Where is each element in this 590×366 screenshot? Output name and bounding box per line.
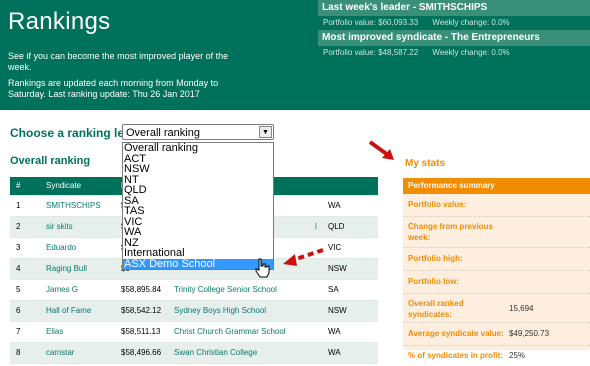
rankings-banner: Rankings See if you can become the most … <box>0 0 590 110</box>
stat-value: $49,250.73 <box>509 329 550 338</box>
dropdown-option[interactable]: International <box>123 248 273 259</box>
stat-row: Overall ranked syndicates: 15,694 <box>403 294 590 323</box>
row-rank: 2 <box>16 222 21 231</box>
row-portfolio: $58,895.84 <box>121 285 162 294</box>
row-school: Christ Church Grammar School <box>174 327 286 336</box>
dropdown-option[interactable]: VIC <box>123 216 273 228</box>
row-school: Swan Christian College <box>174 348 258 357</box>
row-syndicate-link[interactable]: SMITHSCHIPS <box>46 196 101 216</box>
stat-row: % of syndicates in profit: 25% <box>403 346 590 366</box>
stat-label: Portfolio high: <box>408 254 463 263</box>
row-syndicate-link[interactable]: Elias <box>46 322 63 342</box>
last-week-leader-title: Last week's leader - SMITHSCHIPS <box>318 0 590 16</box>
leader-portfolio-value: Portfolio value: $60,093.33 <box>323 18 419 27</box>
stat-label: Change from previous week: <box>408 222 493 242</box>
row-school: Sydney Boys High School <box>174 306 267 315</box>
row-state: NSW <box>328 264 347 273</box>
row-state: SA <box>328 285 339 294</box>
chevron-down-icon[interactable]: ▼ <box>259 126 272 138</box>
row-rank: 7 <box>16 327 21 336</box>
row-rank: 6 <box>16 306 21 315</box>
stat-label: % of syndicates in profit: <box>408 351 504 360</box>
row-syndicate-link[interactable]: sir skits <box>46 217 73 237</box>
most-improved-title: Most improved syndicate - The Entreprene… <box>318 30 590 46</box>
row-syndicate-link[interactable]: camstar <box>46 343 74 363</box>
hand-cursor-icon <box>254 258 270 283</box>
ranking-level-selected: Overall ranking <box>126 127 200 139</box>
header-syndicate: Syndicate <box>46 181 82 190</box>
stat-label: Portfolio value: <box>408 200 467 209</box>
row-state: VIC <box>328 243 342 252</box>
row-rank: 5 <box>16 285 21 294</box>
ranking-level-dropdown[interactable]: Overall ranking ACT NSW NT QLD SA TAS VI… <box>122 142 274 270</box>
stat-label: Overall ranked syndicates: <box>408 299 464 319</box>
stat-row: Portfolio high: <box>403 248 590 271</box>
table-row: 7 Elias $58,511.13 Christ Church Grammar… <box>10 322 378 343</box>
row-portfolio: $58,496.66 <box>121 348 162 357</box>
page-title: Rankings <box>8 8 111 35</box>
dropdown-option[interactable]: WA <box>123 227 273 238</box>
dropdown-option[interactable]: QLD <box>123 185 273 196</box>
dropdown-option[interactable]: Overall ranking <box>123 143 273 154</box>
ranking-update-text: Rankings are updated each morning from M… <box>8 78 219 99</box>
overall-ranking-title: Overall ranking <box>10 155 91 167</box>
dropdown-option[interactable]: NSW <box>123 164 273 175</box>
row-state: WA <box>328 327 341 336</box>
row-syndicate-link[interactable]: Raging Bull <box>46 259 87 279</box>
stat-row: Average syndicate value: $49,250.73 <box>403 323 590 346</box>
stat-row: Portfolio value: <box>403 194 590 217</box>
improved-stats: Portfolio value: $48,587.22 Weekly chang… <box>318 46 590 60</box>
stat-value: 15,694 <box>509 304 534 313</box>
dropdown-option-highlighted[interactable]: ASX Demo School <box>123 258 273 269</box>
row-state: WA <box>328 201 341 210</box>
improved-portfolio-value: Portfolio value: $48,587.22 <box>323 48 419 57</box>
table-row: 6 Hall of Fame $58,542.12 Sydney Boys Hi… <box>10 301 378 322</box>
leader-stats: Portfolio value: $60,093.33 Weekly chang… <box>318 16 590 30</box>
stat-value: 25% <box>509 351 526 360</box>
row-school: Trinity College Senior School <box>174 285 277 294</box>
row-syndicate-link[interactable]: Hall of Fame <box>46 301 91 321</box>
performance-summary-title: Performance summary <box>403 178 590 194</box>
table-row: 5 James G $58,895.84 Trinity College Sen… <box>10 280 378 301</box>
row-rank: 1 <box>16 201 21 210</box>
leader-weekly-change: Weekly change: 0.0% <box>432 18 510 27</box>
leader-panel: Last week's leader - SMITHSCHIPS Portfol… <box>318 0 590 70</box>
row-portfolio: $58,542.12 <box>121 306 162 315</box>
my-stats-title: My stats <box>405 158 446 169</box>
row-rank: 8 <box>16 348 21 357</box>
stat-row: Change from previous week: <box>403 217 590 248</box>
banner-description: See if you can become the most improved … <box>8 51 229 72</box>
row-state: QLD <box>328 222 345 231</box>
row-syndicate-link[interactable]: Eduardo <box>46 238 76 258</box>
performance-summary-panel: Performance summary Portfolio value: Cha… <box>403 178 590 360</box>
row-rank: 4 <box>16 264 21 273</box>
row-school: l <box>315 222 317 231</box>
table-row: 8 camstar $58,496.66 Swan Christian Coll… <box>10 343 378 364</box>
stat-label: Average syndicate value: <box>408 329 504 338</box>
dropdown-option[interactable]: TAS <box>123 206 273 217</box>
improved-weekly-change: Weekly change: 0.0% <box>432 48 510 57</box>
ranking-level-select[interactable]: Overall ranking ▼ <box>122 124 274 140</box>
dropdown-option[interactable]: SA <box>123 195 273 207</box>
row-state: NSW <box>328 306 347 315</box>
stat-row: Portfolio low: <box>403 271 590 294</box>
row-state: WA <box>328 348 341 357</box>
arrow-icon <box>368 140 396 167</box>
row-rank: 3 <box>16 243 21 252</box>
row-syndicate-link[interactable]: James G <box>46 280 78 300</box>
arrow-icon <box>281 246 325 273</box>
row-portfolio: $58,511.13 <box>121 327 161 336</box>
stat-label: Portfolio low: <box>408 277 460 286</box>
header-rank: # <box>16 181 21 190</box>
